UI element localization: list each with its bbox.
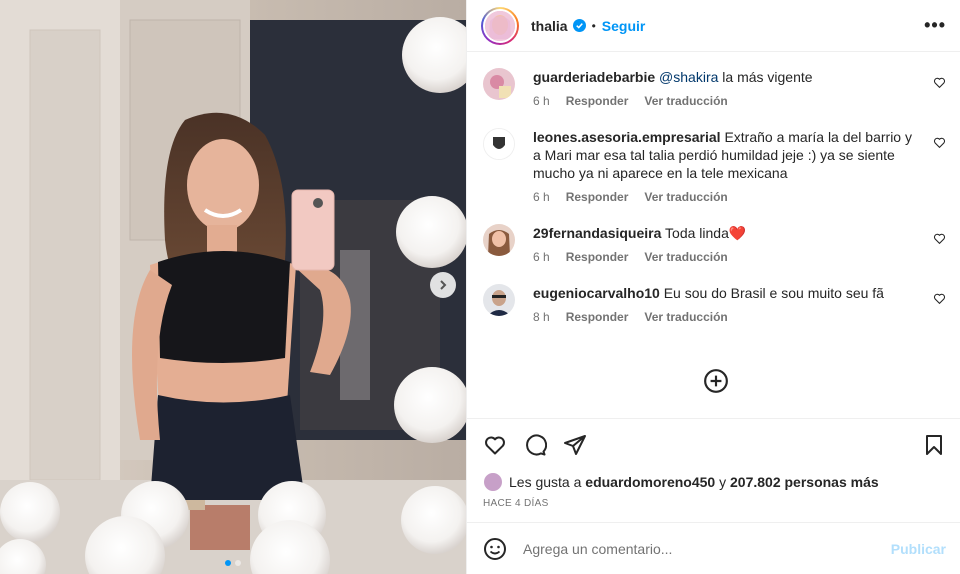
like-comment-heart-icon[interactable] [933, 136, 946, 149]
load-more-comments-icon[interactable] [703, 368, 729, 394]
liker-avatar[interactable] [483, 472, 503, 492]
post-timestamp[interactable]: HACE 4 DÍAS [467, 494, 960, 516]
author-avatar[interactable] [481, 6, 519, 45]
post-media[interactable] [0, 0, 466, 574]
comments-list: guarderiadebarbie @shakira la más vigent… [467, 52, 960, 418]
reply-button[interactable]: Responder [566, 250, 629, 264]
post-side-panel: thalia • Seguir ••• guarderiadebarbie @s… [466, 0, 960, 574]
header-separator: • [591, 18, 596, 33]
comment-username[interactable]: 29fernandasiqueira [533, 225, 661, 241]
like-comment-heart-icon[interactable] [933, 232, 946, 245]
comment-body: Eu sou do Brasil e sou muito seu fã [659, 285, 884, 301]
more-options-icon[interactable]: ••• [924, 15, 946, 36]
comment-time: 6 h [533, 250, 550, 264]
likes-summary: Les gusta a eduardomoreno450 y 207.802 p… [467, 470, 960, 494]
publish-button[interactable]: Publicar [891, 541, 946, 557]
share-send-icon[interactable] [563, 433, 587, 457]
likes-count[interactable]: 207.802 personas más [730, 474, 879, 490]
comment-avatar[interactable] [483, 224, 515, 256]
comment-meta: 6 h Responder Ver traducción [533, 190, 913, 204]
comment-item: leones.asesoria.empresarial Extraño a ma… [483, 128, 946, 204]
post-header: thalia • Seguir ••• [467, 0, 960, 52]
liker-username[interactable]: eduardomoreno450 [585, 474, 715, 490]
carousel-next-button[interactable] [430, 272, 456, 298]
comment-time: 6 h [533, 190, 550, 204]
verified-badge-icon [572, 19, 586, 32]
comment-input[interactable] [523, 540, 891, 557]
carousel-dot [235, 560, 241, 566]
translate-button[interactable]: Ver traducción [644, 190, 727, 204]
reply-button[interactable]: Responder [566, 310, 629, 324]
comment-avatar[interactable] [483, 128, 515, 160]
save-bookmark-icon[interactable] [922, 433, 946, 457]
comment-mention[interactable]: @shakira [659, 69, 718, 85]
comment-meta: 8 h Responder Ver traducción [533, 310, 913, 324]
reply-button[interactable]: Responder [566, 190, 629, 204]
instagram-post-modal: thalia • Seguir ••• guarderiadebarbie @s… [0, 0, 960, 574]
comment-item: eugeniocarvalho10 Eu sou do Brasil e sou… [483, 284, 946, 324]
chevron-right-icon [440, 280, 447, 290]
comment-item: 29fernandasiqueira Toda linda❤️ 6 h Resp… [483, 224, 946, 264]
like-heart-icon[interactable] [483, 433, 507, 457]
comment-text: 29fernandasiqueira Toda linda❤️ [533, 224, 913, 242]
translate-button[interactable]: Ver traducción [644, 250, 727, 264]
reply-button[interactable]: Responder [566, 94, 629, 108]
carousel-indicators [0, 560, 466, 566]
comment-time: 8 h [533, 310, 550, 324]
follow-button[interactable]: Seguir [602, 18, 646, 34]
carousel-dot-active [225, 560, 231, 566]
author-username[interactable]: thalia [531, 18, 568, 34]
comment-time: 6 h [533, 94, 550, 108]
comment-username[interactable]: eugeniocarvalho10 [533, 285, 660, 301]
post-actions-bar [467, 418, 960, 470]
comment-meta: 6 h Responder Ver traducción [533, 250, 913, 264]
comment-body: Toda linda❤️ [661, 225, 747, 241]
emoji-picker-icon[interactable] [483, 537, 507, 561]
translate-button[interactable]: Ver traducción [644, 310, 727, 324]
post-photo [0, 0, 466, 574]
comment-text: guarderiadebarbie @shakira la más vigent… [533, 68, 913, 86]
comment-username[interactable]: guarderiadebarbie [533, 69, 655, 85]
comment-meta: 6 h Responder Ver traducción [533, 94, 913, 108]
comment-text: eugeniocarvalho10 Eu sou do Brasil e sou… [533, 284, 913, 302]
comment-composer: Publicar [467, 522, 960, 574]
likes-prefix: Les gusta a [509, 474, 582, 490]
comment-username[interactable]: leones.asesoria.empresarial [533, 129, 721, 145]
likes-middle: y [719, 474, 727, 490]
comment-bubble-icon[interactable] [523, 433, 547, 457]
comment-text: leones.asesoria.empresarial Extraño a ma… [533, 128, 913, 182]
comment-body: la más vigente [718, 69, 813, 85]
comment-item: guarderiadebarbie @shakira la más vigent… [483, 68, 946, 108]
comment-avatar[interactable] [483, 284, 515, 316]
like-comment-heart-icon[interactable] [933, 292, 946, 305]
translate-button[interactable]: Ver traducción [644, 94, 727, 108]
like-comment-heart-icon[interactable] [933, 76, 946, 89]
comment-avatar[interactable] [483, 68, 515, 100]
